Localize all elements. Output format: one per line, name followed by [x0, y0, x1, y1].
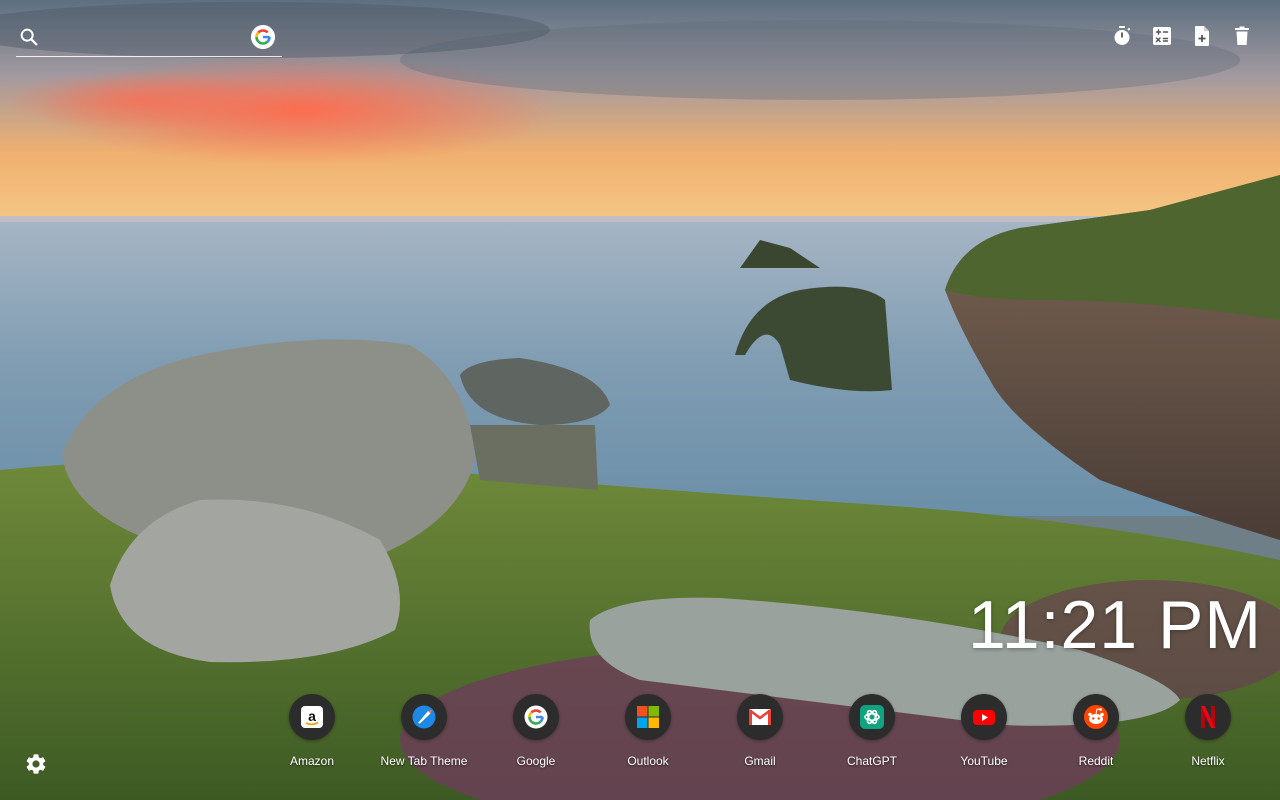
- search-icon[interactable]: [18, 26, 40, 48]
- search-bar: [16, 22, 282, 57]
- shortcut-label: Google: [516, 754, 556, 768]
- shortcut-netflix[interactable]: Netflix: [1152, 694, 1264, 768]
- timer-icon[interactable]: [1110, 24, 1134, 48]
- netflix-icon: [1185, 694, 1231, 740]
- top-toolbar: [1110, 24, 1254, 48]
- shortcut-bar: a Amazon New Tab Theme Google Outlook Gm…: [256, 694, 1264, 768]
- trash-icon[interactable]: [1230, 24, 1254, 48]
- new-document-icon[interactable]: [1190, 24, 1214, 48]
- shortcut-label: YouTube: [960, 754, 1008, 768]
- shortcut-new-tab-theme[interactable]: New Tab Theme: [368, 694, 480, 768]
- gmail-icon: [737, 694, 783, 740]
- shortcut-label: New Tab Theme: [380, 754, 468, 768]
- shortcut-outlook[interactable]: Outlook: [592, 694, 704, 768]
- gear-icon[interactable]: [24, 752, 48, 776]
- reddit-icon: [1073, 694, 1119, 740]
- shortcut-label: Netflix: [1191, 754, 1225, 768]
- shortcut-label: Amazon: [289, 754, 335, 768]
- wallpaper-background: [0, 0, 1280, 800]
- chatgpt-icon: [849, 694, 895, 740]
- shortcut-label: ChatGPT: [846, 754, 897, 768]
- shortcut-reddit[interactable]: Reddit: [1040, 694, 1152, 768]
- outlook-icon: [625, 694, 671, 740]
- shortcut-chatgpt[interactable]: ChatGPT: [816, 694, 928, 768]
- shortcut-youtube[interactable]: YouTube: [928, 694, 1040, 768]
- shortcut-amazon[interactable]: a Amazon: [256, 694, 368, 768]
- svg-text:a: a: [308, 708, 316, 724]
- shortcut-label: Gmail: [744, 754, 776, 768]
- calculator-icon[interactable]: [1150, 24, 1174, 48]
- amazon-icon: a: [289, 694, 335, 740]
- shortcut-label: Reddit: [1078, 754, 1114, 768]
- shortcut-google[interactable]: Google: [480, 694, 592, 768]
- clock-time: 11:21 PM: [967, 587, 1262, 663]
- youtube-icon: [961, 694, 1007, 740]
- new-tab-theme-icon: [401, 694, 447, 740]
- google-search-icon[interactable]: [251, 25, 275, 49]
- shortcut-label: Outlook: [627, 754, 669, 768]
- search-input[interactable]: [50, 26, 254, 52]
- shortcut-gmail[interactable]: Gmail: [704, 694, 816, 768]
- google-icon: [513, 694, 559, 740]
